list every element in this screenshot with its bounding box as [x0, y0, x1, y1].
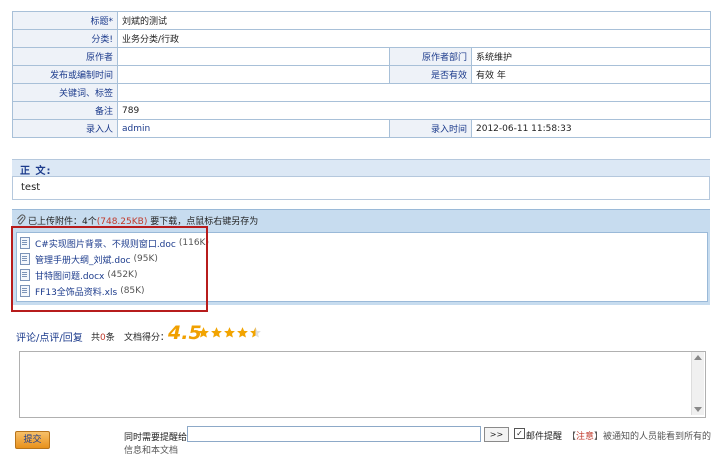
- table-row: 标题* 刘斌的测试: [12, 11, 712, 30]
- notify-input[interactable]: [187, 426, 481, 442]
- table-row: 发布或编制时间 是否有效 有效 年: [12, 65, 712, 84]
- body-text: test: [21, 182, 41, 193]
- comments-count-prefix: 共: [91, 333, 101, 343]
- document-info-table: 标题* 刘斌的测试 分类! 业务分类/行政 原作者 原作者部门 系统维护 发布或…: [12, 11, 712, 138]
- entry-time-value: 2012-06-11 11:58:33: [470, 119, 712, 138]
- author-label: 原作者: [12, 47, 118, 66]
- notice-continuation: 信息和本文档: [124, 446, 179, 456]
- valid-value: 有效 年: [470, 65, 712, 84]
- comments-count: 共0条: [91, 330, 115, 343]
- publish-time-value: [117, 65, 390, 84]
- comment-scrollbar[interactable]: [691, 352, 704, 415]
- body-content: test: [12, 177, 710, 200]
- scroll-up-icon[interactable]: [694, 355, 702, 360]
- body-header-label: 正 文:: [20, 166, 52, 177]
- mail-reminder-label: 邮件提醒: [526, 432, 563, 442]
- notice-body: 】被通知的人员能看到所有的: [594, 432, 712, 442]
- remark-value: 789: [116, 101, 712, 120]
- paperclip-icon: [17, 214, 26, 225]
- title-label: 标题*: [12, 11, 118, 30]
- comment-textarea[interactable]: [19, 351, 706, 418]
- notify-label: 同时需要提醒给: [124, 433, 188, 443]
- entry-time-label: 录入时间: [389, 119, 472, 138]
- keywords-label: 关键词、标签: [12, 83, 118, 102]
- valid-label: 是否有效: [389, 65, 472, 84]
- entered-by-label: 录入人: [12, 119, 118, 138]
- notice-open: 【: [567, 432, 577, 442]
- table-row: 分类! 业务分类/行政: [12, 29, 712, 48]
- notice-text: 【注意】被通知的人员能看到所有的: [567, 429, 711, 442]
- comments-label: 评论/点评/回复: [16, 333, 83, 344]
- star-icon[interactable]: [223, 326, 236, 339]
- notice-warning: 注意: [576, 432, 595, 442]
- title-value: 刘斌的测试: [116, 11, 712, 30]
- star-icon[interactable]: [236, 326, 249, 339]
- star-icon[interactable]: [210, 326, 223, 339]
- half-star-icon[interactable]: [249, 326, 262, 339]
- author-dept-value: 系统维护: [470, 47, 712, 66]
- highlight-box: [11, 226, 208, 312]
- author-value: [117, 47, 390, 66]
- star-icon[interactable]: [197, 326, 210, 339]
- table-row: 备注 789: [12, 101, 712, 120]
- comments-count-suffix: 条: [105, 333, 115, 343]
- remark-label: 备注: [12, 101, 118, 120]
- category-label: 分类!: [12, 29, 118, 48]
- submit-button[interactable]: 提交: [15, 431, 50, 449]
- entered-by-cell: admin: [117, 119, 390, 138]
- author-dept-label: 原作者部门: [389, 47, 472, 66]
- table-row: 原作者 原作者部门 系统维护: [12, 47, 712, 66]
- score-label: 文档得分：: [124, 333, 170, 343]
- body-header: 正 文:: [12, 159, 710, 177]
- mail-checkbox[interactable]: ✓: [514, 428, 525, 439]
- table-row: 关键词、标签: [12, 83, 712, 102]
- scroll-down-icon[interactable]: [694, 407, 702, 412]
- rating-stars[interactable]: [197, 326, 262, 339]
- entered-by-link[interactable]: admin: [122, 124, 150, 134]
- publish-time-label: 发布或编制时间: [12, 65, 118, 84]
- table-row: 录入人 admin 录入时间 2012-06-11 11:58:33: [12, 119, 712, 138]
- category-value: 业务分类/行政: [116, 29, 712, 48]
- keywords-value: [116, 83, 712, 102]
- select-users-button[interactable]: >>: [484, 427, 509, 442]
